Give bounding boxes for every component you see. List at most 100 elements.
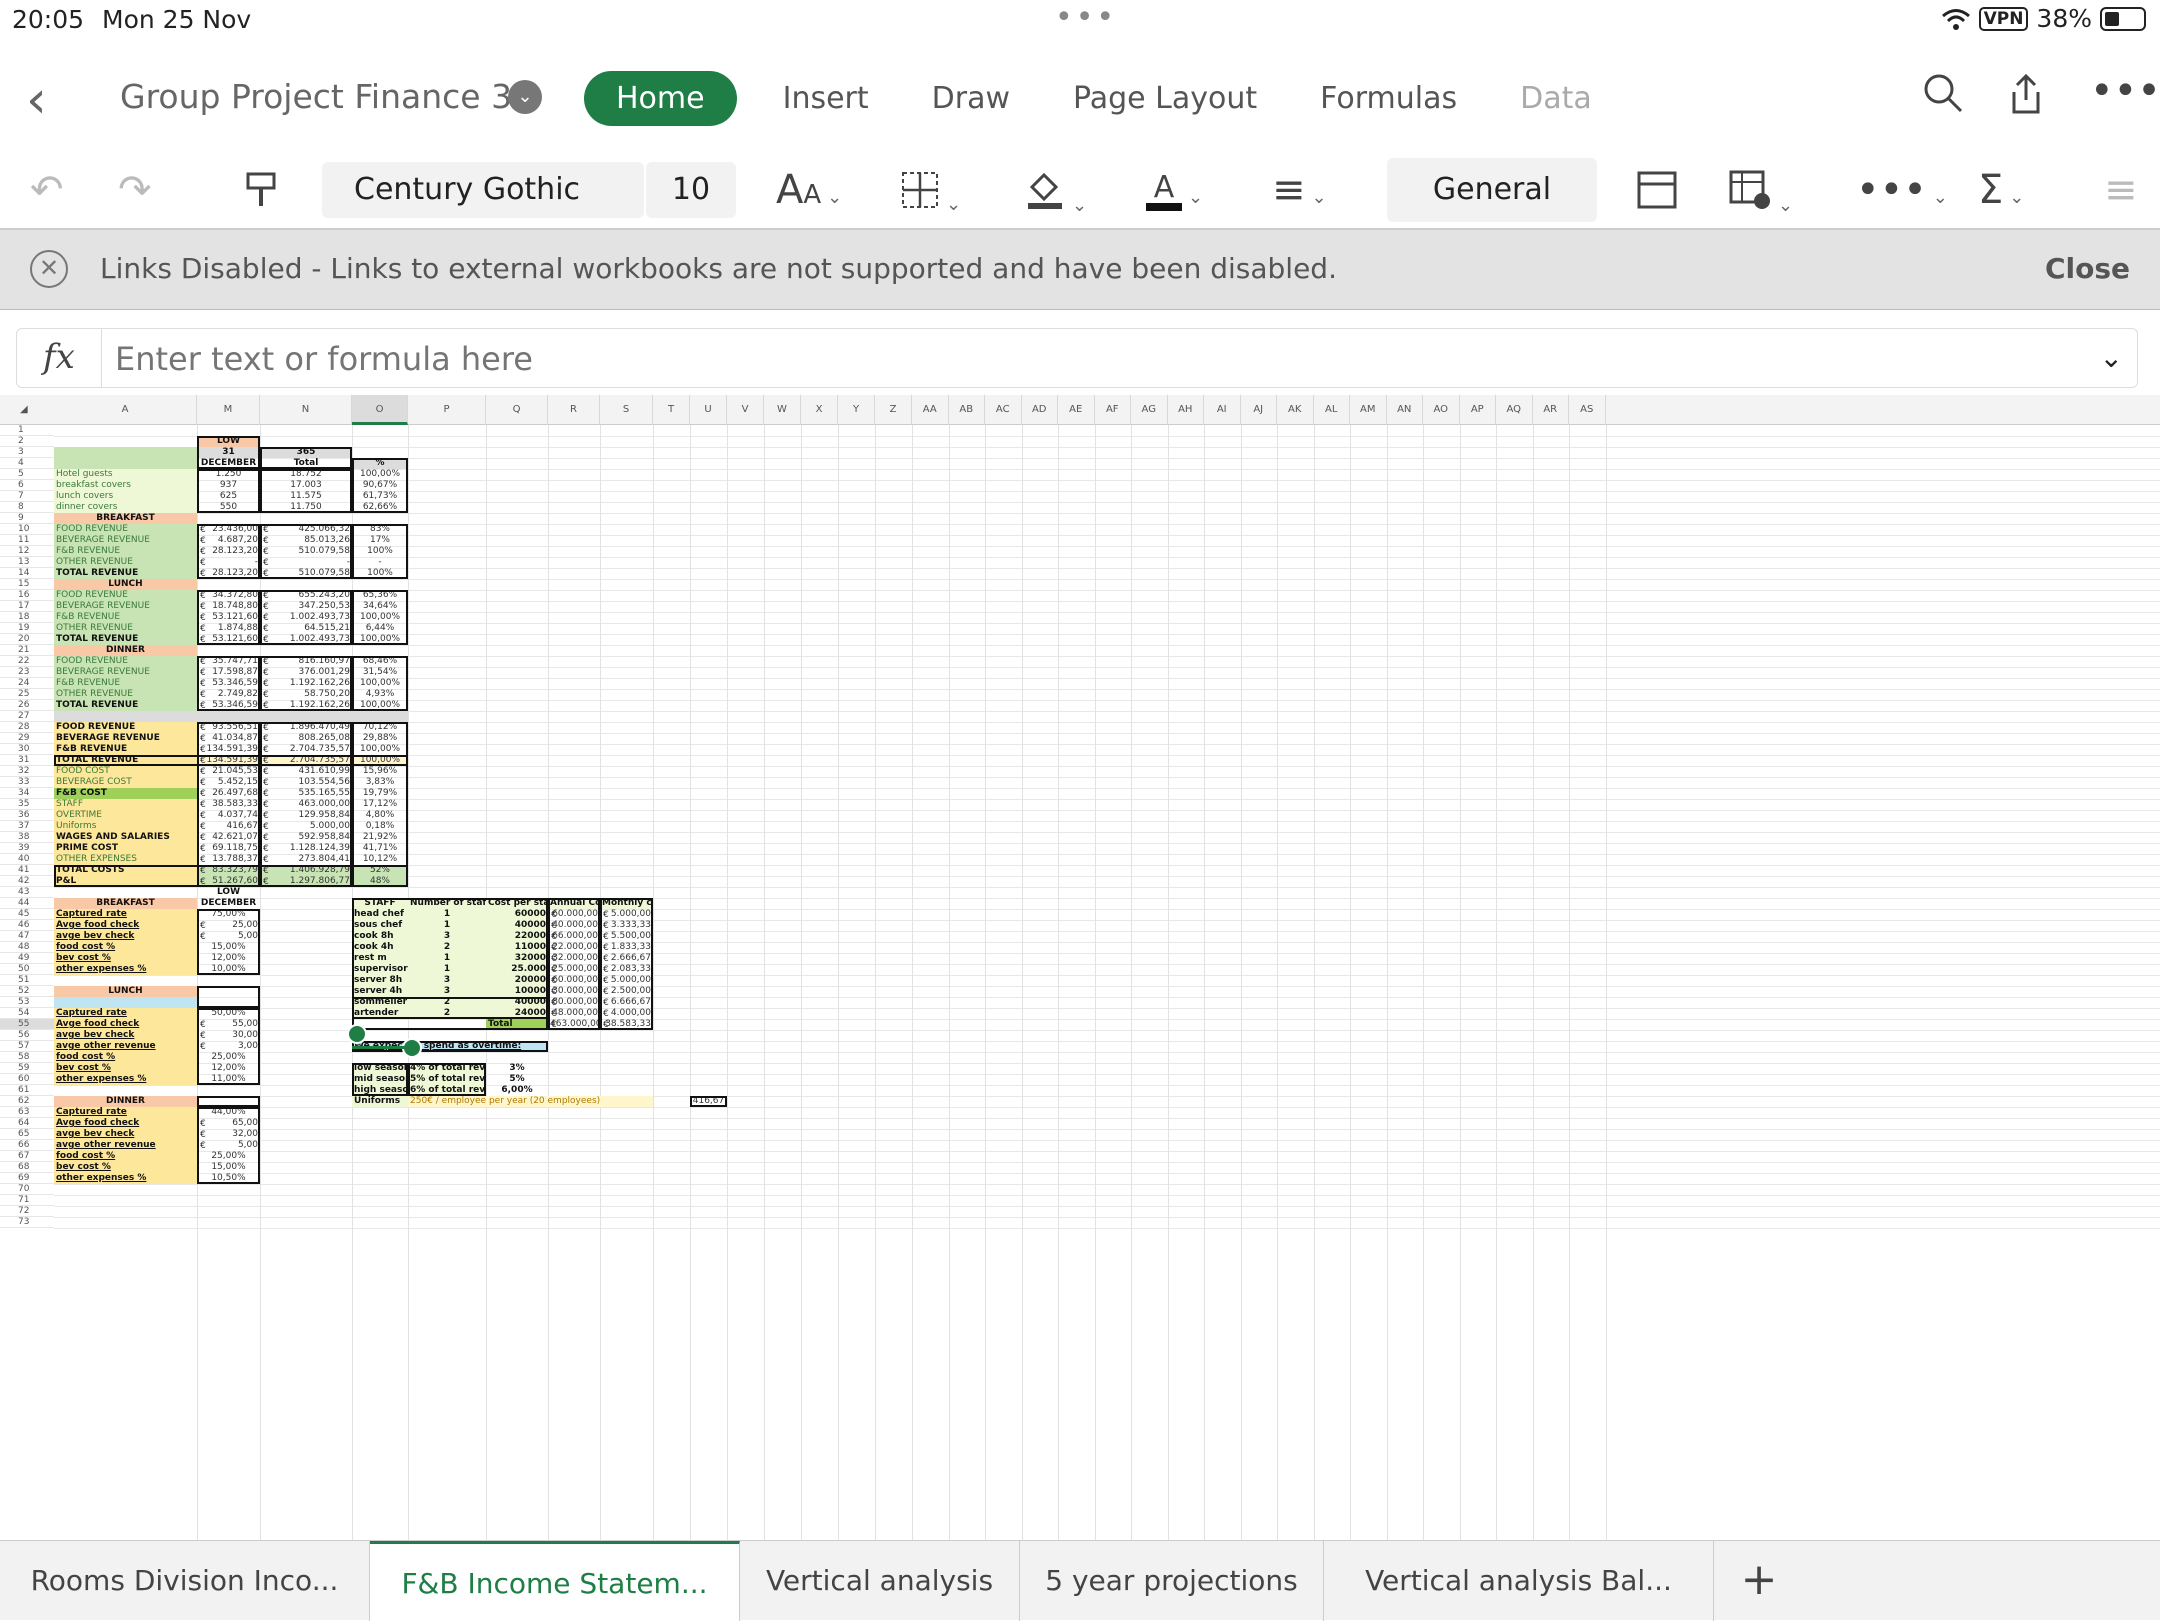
staff-count[interactable]: 3	[408, 986, 486, 997]
column-header-ai[interactable]: AI	[1204, 395, 1241, 425]
banner-close-button[interactable]: Close	[2045, 252, 2130, 285]
staff-cost[interactable]: 20000	[486, 975, 548, 986]
align-icon[interactable]: ≡ ⌄	[1272, 162, 1327, 218]
month-value[interactable]: 1.874,88	[197, 623, 260, 634]
revenue-label[interactable]: BEVERAGE REVENUE	[54, 667, 197, 678]
assump-label[interactable]: avge bev check	[54, 1129, 197, 1140]
assump-value[interactable]: 3,00	[197, 1041, 260, 1052]
assump-value[interactable]: 75,00%	[197, 909, 260, 920]
assump-label[interactable]: Avge food check	[54, 1118, 197, 1129]
assump-label[interactable]: bev cost %	[54, 953, 197, 964]
column-header-m[interactable]: M	[197, 395, 260, 425]
column-header-s[interactable]: S	[600, 395, 653, 425]
occupancy-total[interactable]: 18.752	[260, 469, 352, 480]
month-value[interactable]: 53.346,59	[197, 700, 260, 711]
column-header-ae[interactable]: AE	[1058, 395, 1095, 425]
number-format-box[interactable]: General	[1387, 158, 1597, 222]
month-value[interactable]: 23.436,00	[197, 524, 260, 535]
assump-label[interactable]: avge bev check	[54, 1030, 197, 1041]
month-value[interactable]: 18.748,80	[197, 601, 260, 612]
more-options-icon[interactable]: •••	[2090, 68, 2160, 114]
season-label[interactable]: high season	[352, 1085, 408, 1096]
summary-label[interactable]: P&L	[54, 876, 197, 887]
total-value[interactable]: 376.001,29	[260, 667, 352, 678]
assump-month[interactable]: DECEMBER	[197, 898, 260, 909]
share-icon[interactable]	[2006, 72, 2046, 126]
summary-pct[interactable]: 10,12%	[352, 854, 408, 865]
wrap-text-icon[interactable]	[1636, 162, 1678, 218]
staff-role[interactable]: head chef	[352, 909, 408, 920]
total-value[interactable]: 347.250,53	[260, 601, 352, 612]
season-pct[interactable]: 6,00%	[486, 1085, 548, 1096]
month-value[interactable]: 28.123,20	[197, 546, 260, 557]
pct-value[interactable]: 100,00%	[352, 634, 408, 645]
add-sheet-plus-icon[interactable]: +	[1714, 1541, 1804, 1621]
assump-title[interactable]: LUNCH	[54, 986, 197, 997]
assump-label[interactable]: bev cost %	[54, 1162, 197, 1173]
column-header-p[interactable]: P	[408, 395, 486, 425]
autosum-icon[interactable]: Σ ⌄	[1978, 162, 2024, 218]
section-title[interactable]: LUNCH	[54, 579, 197, 590]
search-icon[interactable]	[1922, 72, 1964, 124]
column-header-ah[interactable]: AH	[1168, 395, 1204, 425]
summary-total[interactable]: 592.958,84	[260, 832, 352, 843]
occupancy-month[interactable]: 625	[197, 491, 260, 502]
text-size-icon[interactable]: AA ⌄	[776, 162, 842, 218]
assump-title[interactable]: DINNER	[54, 1096, 197, 1107]
assump-value[interactable]: 12,00%	[197, 1063, 260, 1074]
section-title[interactable]: DINNER	[54, 645, 197, 656]
assump-value[interactable]: 15,00%	[197, 942, 260, 953]
staff-cost[interactable]: 32000	[486, 953, 548, 964]
spacer[interactable]	[352, 711, 408, 722]
staff-count[interactable]: 1	[408, 909, 486, 920]
header-days-total[interactable]: 365	[260, 447, 352, 458]
assump-label[interactable]: other expenses %	[54, 964, 197, 975]
total-value[interactable]: 816.160,97	[260, 656, 352, 667]
summary-month[interactable]: 134.591,39	[197, 755, 260, 766]
cell-area[interactable]: LOW 31 365 DECEMBER Total% Hotel guests 1.250 1…	[0, 425, 2160, 1540]
fill-color-icon[interactable]: ⌄	[1024, 162, 1087, 218]
staff-header[interactable]: Number of staff	[408, 898, 486, 909]
header-days[interactable]: 31	[197, 447, 260, 458]
month-value[interactable]: 2.749,82	[197, 689, 260, 700]
label-cell[interactable]	[54, 458, 197, 469]
summary-pct[interactable]: 4,80%	[352, 810, 408, 821]
pct-value[interactable]: 4,93%	[352, 689, 408, 700]
column-header-n[interactable]: N	[260, 395, 352, 425]
season-desc[interactable]: 5% of total revenue	[408, 1074, 486, 1085]
pct-value[interactable]: 34,64%	[352, 601, 408, 612]
pct-value[interactable]: 17%	[352, 535, 408, 546]
spreadsheet-grid[interactable]: ◢ A M N O P Q R S T U V W X Y Z AA AB AC AD AE AF AG AH AI AJ AK A…	[0, 395, 2160, 1540]
summary-label[interactable]: PRIME COST	[54, 843, 197, 854]
summary-pct[interactable]: 48%	[352, 876, 408, 887]
summary-month[interactable]: 416,67	[197, 821, 260, 832]
tab-data[interactable]: Data	[1520, 81, 1592, 116]
occupancy-total[interactable]: 17.003	[260, 480, 352, 491]
summary-label[interactable]: STAFF	[54, 799, 197, 810]
occupancy-pct[interactable]: 90,67%	[352, 480, 408, 491]
assump-value[interactable]: 25,00	[197, 920, 260, 931]
summary-month[interactable]: 41.034,87	[197, 733, 260, 744]
season-desc[interactable]: 6% of total revenue	[408, 1085, 486, 1096]
total-value[interactable]: -	[260, 557, 352, 568]
assump-value[interactable]: 32,00	[197, 1129, 260, 1140]
conditional-format-icon[interactable]: ⌄	[1728, 162, 1793, 218]
assump-value[interactable]: 10,00%	[197, 964, 260, 975]
undo-icon[interactable]: ↶	[30, 162, 64, 218]
staff-role[interactable]: server 4h	[352, 986, 408, 997]
assump-label[interactable]: avge other revenue	[54, 1140, 197, 1151]
staff-cost[interactable]: 40000	[486, 920, 548, 931]
header-total[interactable]: Total	[260, 458, 352, 469]
spacer[interactable]	[54, 711, 197, 722]
assump-label[interactable]: food cost %	[54, 1052, 197, 1063]
occupancy-label[interactable]: dinner covers	[54, 502, 197, 513]
staff-count[interactable]: 1	[408, 964, 486, 975]
pct-value[interactable]: 31,54%	[352, 667, 408, 678]
total-value[interactable]: 510.079,58	[260, 546, 352, 557]
assump-label[interactable]: avge bev check	[54, 931, 197, 942]
revenue-label[interactable]: BEVERAGE REVENUE	[54, 535, 197, 546]
column-header-w[interactable]: W	[764, 395, 801, 425]
dismiss-x-icon[interactable]: ✕	[30, 250, 68, 288]
tab-page-layout[interactable]: Page Layout	[1073, 81, 1257, 116]
occupancy-pct[interactable]: 100,00%	[352, 469, 408, 480]
